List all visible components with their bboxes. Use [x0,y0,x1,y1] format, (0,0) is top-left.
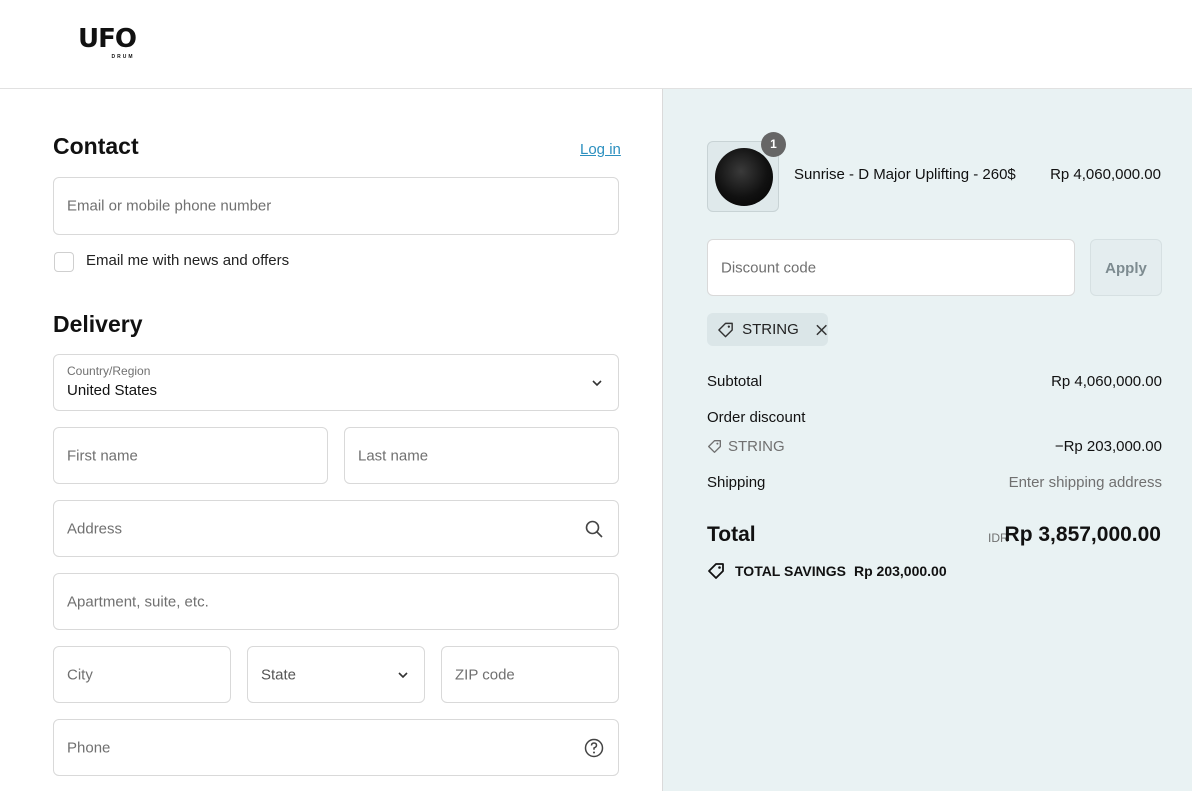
email-field[interactable]: Email or mobile phone number [53,177,619,235]
contact-title: Contact [53,133,139,159]
discount-value: −Rp 203,000.00 [1054,438,1162,455]
city-placeholder: City [67,666,93,683]
subtotal-label: Subtotal [707,373,763,390]
apply-button[interactable]: Apply [1090,239,1162,296]
order-discount-label: Order discount [707,409,806,426]
email-placeholder: Email or mobile phone number [67,197,272,215]
last-name-placeholder: Last name [358,447,429,464]
total-label: Total [707,523,756,546]
store-logo[interactable]: UFO DRUM [78,26,168,60]
subtotal-value: Rp 4,060,000.00 [1051,373,1162,390]
country-label: Country/Region [67,364,151,378]
order-summary: 1 Sunrise - D Major Uplifting - 260$ Rp … [662,89,1192,791]
discount-code-label: STRING [728,438,785,455]
logo-text: UFO [78,24,137,54]
applied-discount-chip: STRING [707,313,828,346]
apartment-field[interactable]: Apartment, suite, etc. [53,573,619,630]
state-placeholder: State [261,666,297,683]
order-discount-row: Order discount [707,409,1162,426]
shipping-value: Enter shipping address [1008,474,1162,491]
phone-placeholder: Phone [67,739,111,756]
quantity-badge: 1 [761,132,786,157]
product-name: Sunrise - D Major Uplifting - 260$ [794,166,1016,183]
shipping-row: Shipping Enter shipping address [707,474,1162,491]
shipping-label: Shipping [707,474,766,491]
applied-code: STRING [742,321,799,338]
savings-label: TOTAL SAVINGS [735,563,846,579]
login-link[interactable]: Log in [580,141,621,158]
header: UFO DRUM [0,0,1192,89]
discount-placeholder: Discount code [721,259,817,276]
delivery-title: Delivery [53,311,143,337]
apartment-placeholder: Apartment, suite, etc. [67,593,209,610]
address-placeholder: Address [67,520,123,537]
logo-subtext: DRUM [111,54,135,60]
chevron-down-icon [592,379,602,386]
total-savings: TOTAL SAVINGS Rp 203,000.00 [707,562,947,580]
last-name-field[interactable]: Last name [344,427,619,484]
country-select[interactable]: Country/Region United States [53,354,619,411]
newsletter-checkbox[interactable] [54,252,74,272]
checkout-form: Contact Log in Email or mobile phone num… [0,89,662,791]
savings-value: Rp 203,000.00 [853,563,947,579]
zip-placeholder: ZIP code [455,666,515,683]
savings-tag-icon [708,563,724,579]
zip-field[interactable]: ZIP code [441,646,619,703]
product-price: Rp 4,060,000.00 [1050,166,1161,183]
tag-icon [718,322,733,337]
state-select[interactable]: State [247,646,425,703]
discount-code-field[interactable]: Discount code [707,239,1075,296]
help-icon[interactable] [584,738,604,758]
subtotal-row: Subtotal Rp 4,060,000.00 [707,373,1162,390]
address-field[interactable]: Address [53,500,619,557]
tag-icon [708,440,721,453]
close-icon[interactable] [815,323,828,337]
drum-image [715,148,773,206]
total-value: Rp 3,857,000.00 [1004,523,1161,546]
first-name-field[interactable]: First name [53,427,328,484]
city-field[interactable]: City [53,646,231,703]
discount-code-row: STRING −Rp 203,000.00 [707,438,1162,458]
phone-field[interactable]: Phone [53,719,619,776]
first-name-placeholder: First name [67,447,138,464]
chevron-down-icon [398,671,408,678]
search-icon [585,520,603,538]
country-value: United States [67,382,158,399]
newsletter-label: Email me with news and offers [86,252,290,269]
